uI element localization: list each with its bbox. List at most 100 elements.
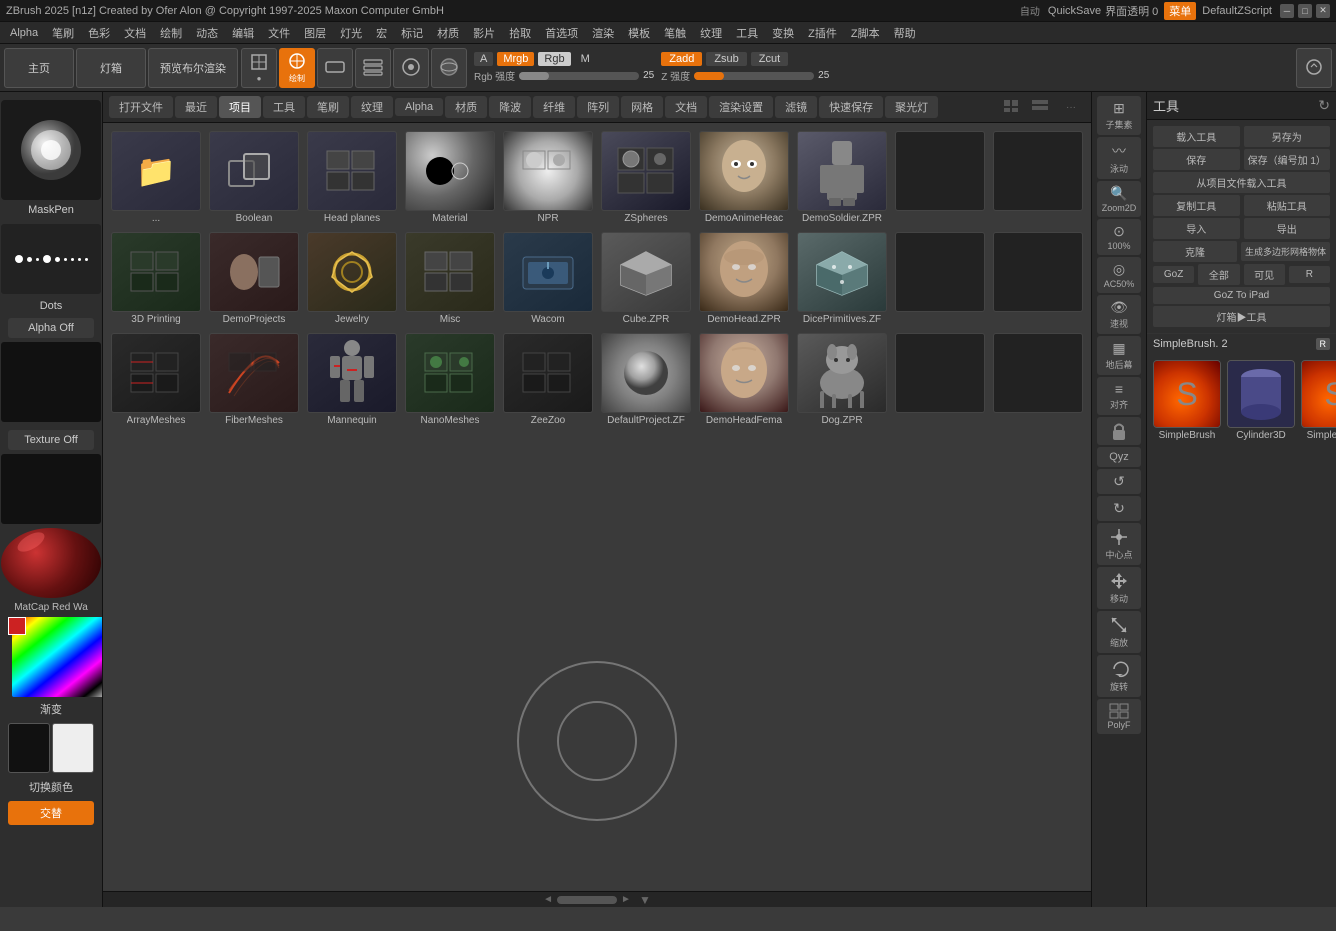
script-label[interactable]: DefaultZScript: [1202, 5, 1272, 17]
tab-project[interactable]: 项目: [219, 96, 261, 118]
zsub-btn[interactable]: Zsub: [706, 52, 746, 66]
floor-btn[interactable]: ▦ 地后幕: [1097, 336, 1141, 375]
rotate-btn[interactable]: 旋转: [1097, 655, 1141, 697]
save-num-btn[interactable]: 保存（编号加 1）: [1244, 149, 1331, 170]
file-item-3dprinting[interactable]: 3D Printing: [109, 230, 203, 327]
menu-texture[interactable]: 纹理: [694, 23, 728, 43]
close-btn[interactable]: ✕: [1316, 4, 1330, 18]
all-btn[interactable]: 全部: [1198, 264, 1239, 285]
file-item-dog[interactable]: Dog.ZPR: [795, 331, 889, 428]
tab-thumb2[interactable]: [1029, 96, 1051, 118]
menu-tool[interactable]: 工具: [730, 23, 764, 43]
cycle-btn[interactable]: [1296, 48, 1332, 88]
zoom100-btn[interactable]: ⊙ 100%: [1097, 219, 1141, 255]
file-item-material[interactable]: Material: [403, 129, 497, 226]
mrgb-btn[interactable]: Mrgb: [497, 52, 534, 66]
scroll-down-arrow[interactable]: ▼: [639, 893, 651, 907]
tab-mesh[interactable]: 网格: [621, 96, 663, 118]
tab-array[interactable]: 阵列: [577, 96, 619, 118]
menu-edit[interactable]: 编辑: [226, 23, 260, 43]
file-item-dice[interactable]: DicePrimitives.ZF: [795, 230, 889, 327]
file-item-misc[interactable]: Misc: [403, 230, 497, 327]
tab-spotlight[interactable]: 聚光灯: [885, 96, 938, 118]
tab-texture[interactable]: 纹理: [351, 96, 393, 118]
simplebrush-thumb[interactable]: S SimpleBrush: [1153, 360, 1221, 441]
snap-btn[interactable]: [393, 48, 429, 88]
menu-prefs[interactable]: 首选项: [539, 23, 584, 43]
tab-tool[interactable]: 工具: [263, 96, 305, 118]
scroll-left[interactable]: ◄: [543, 894, 553, 905]
sphere-btn[interactable]: [431, 48, 467, 88]
rgb-btn[interactable]: Rgb: [538, 52, 570, 66]
menu-brush[interactable]: 笔刷: [46, 23, 80, 43]
zoom2d-btn[interactable]: 🔍 Zoom2D: [1097, 181, 1141, 217]
menu-label[interactable]: 菜单: [1164, 2, 1196, 20]
tab-brush[interactable]: 笔刷: [307, 96, 349, 118]
refresh-btn[interactable]: ↻: [1318, 97, 1330, 114]
qyz-btn[interactable]: Qyz: [1097, 447, 1141, 467]
scroll-thumb[interactable]: [557, 896, 617, 904]
file-item-headplanes[interactable]: Head planes: [305, 129, 399, 226]
menu-pick[interactable]: 拾取: [503, 23, 537, 43]
menu-light[interactable]: 灯光: [334, 23, 368, 43]
view-btn[interactable]: 👁 速视: [1097, 295, 1141, 334]
menu-alpha[interactable]: Alpha: [4, 25, 44, 41]
menu-material[interactable]: 材质: [431, 23, 465, 43]
swim-btn[interactable]: 〰 泳动: [1097, 137, 1141, 179]
menu-macro[interactable]: 宏: [370, 23, 393, 43]
tab-thumb1[interactable]: [1001, 96, 1023, 118]
scroll-right[interactable]: ►: [621, 894, 631, 905]
preview-btn[interactable]: 预览布尔渲染: [148, 48, 238, 88]
clone-btn[interactable]: 克隆: [1153, 241, 1237, 262]
tab-open[interactable]: 打开文件: [109, 96, 173, 118]
alternate-btn[interactable]: 交替: [8, 801, 94, 825]
file-item-boolean[interactable]: Boolean: [207, 129, 301, 226]
ac50-btn[interactable]: ◎ AC50%: [1097, 257, 1141, 293]
tab-render[interactable]: 渲染设置: [709, 96, 773, 118]
visible-btn[interactable]: 可见: [1244, 264, 1285, 285]
tab-more-btn[interactable]: ···: [1057, 96, 1085, 118]
menu-zscript[interactable]: Z脚本: [845, 23, 886, 43]
goz-btn[interactable]: GoZ: [1153, 266, 1194, 283]
file-item-npr[interactable]: NPR: [501, 129, 595, 226]
zcut-btn[interactable]: Zcut: [751, 52, 788, 66]
file-item-zeezoo[interactable]: ZeeZoo: [501, 331, 595, 428]
menu-file[interactable]: 文件: [262, 23, 296, 43]
center-btn[interactable]: 中心点: [1097, 523, 1141, 565]
m-btn[interactable]: M: [575, 52, 596, 66]
menu-movie[interactable]: 影片: [467, 23, 501, 43]
save-btn[interactable]: 保存: [1153, 149, 1240, 170]
r-btn[interactable]: R: [1289, 266, 1330, 283]
file-item-zspheres[interactable]: ZSpheres: [599, 129, 693, 226]
copy-tool-btn[interactable]: 复制工具: [1153, 195, 1240, 216]
menu-template[interactable]: 模板: [622, 23, 656, 43]
menu-draw[interactable]: 绘制: [154, 23, 188, 43]
undo-btn[interactable]: ↺: [1097, 469, 1141, 494]
matcap-preview[interactable]: [1, 528, 101, 598]
rgb-slider[interactable]: [519, 72, 639, 80]
file-item-cube[interactable]: Cube.ZPR: [599, 230, 693, 327]
file-item-demosoldier[interactable]: DemoSoldier.ZPR: [795, 129, 889, 226]
maximize-btn[interactable]: □: [1298, 4, 1312, 18]
tab-filter[interactable]: 滤镜: [775, 96, 817, 118]
quicksave-label[interactable]: QuickSave: [1048, 5, 1101, 17]
a-btn[interactable]: A: [474, 52, 493, 66]
lock-btn[interactable]: [1097, 417, 1141, 445]
align-btn[interactable]: ≡ 对齐: [1097, 377, 1141, 415]
brush-preview[interactable]: [1, 100, 101, 200]
z-slider[interactable]: [694, 72, 814, 80]
tab-quicksave[interactable]: 快速保存: [819, 96, 883, 118]
file-item-wacom[interactable]: Wacom: [501, 230, 595, 327]
menu-render[interactable]: 渲染: [586, 23, 620, 43]
child-btn[interactable]: ⊞ 子集素: [1097, 96, 1141, 135]
file-item-demoprojects[interactable]: DemoProjects: [207, 230, 301, 327]
file-item-arraymeshes[interactable]: ArrayMeshes: [109, 331, 203, 428]
menu-transform[interactable]: 变换: [766, 23, 800, 43]
file-item-defaultproject[interactable]: DefaultProject.ZF: [599, 331, 693, 428]
file-item-demoheadf[interactable]: DemoHeadFema: [697, 331, 791, 428]
black-swatch[interactable]: [8, 723, 50, 773]
file-item-fibermeshes[interactable]: FiberMeshes: [207, 331, 301, 428]
export-btn[interactable]: 导出: [1244, 218, 1331, 239]
lightbox-tool-btn[interactable]: 灯箱▶工具: [1153, 306, 1330, 327]
menu-zplugin[interactable]: Z插件: [802, 23, 843, 43]
